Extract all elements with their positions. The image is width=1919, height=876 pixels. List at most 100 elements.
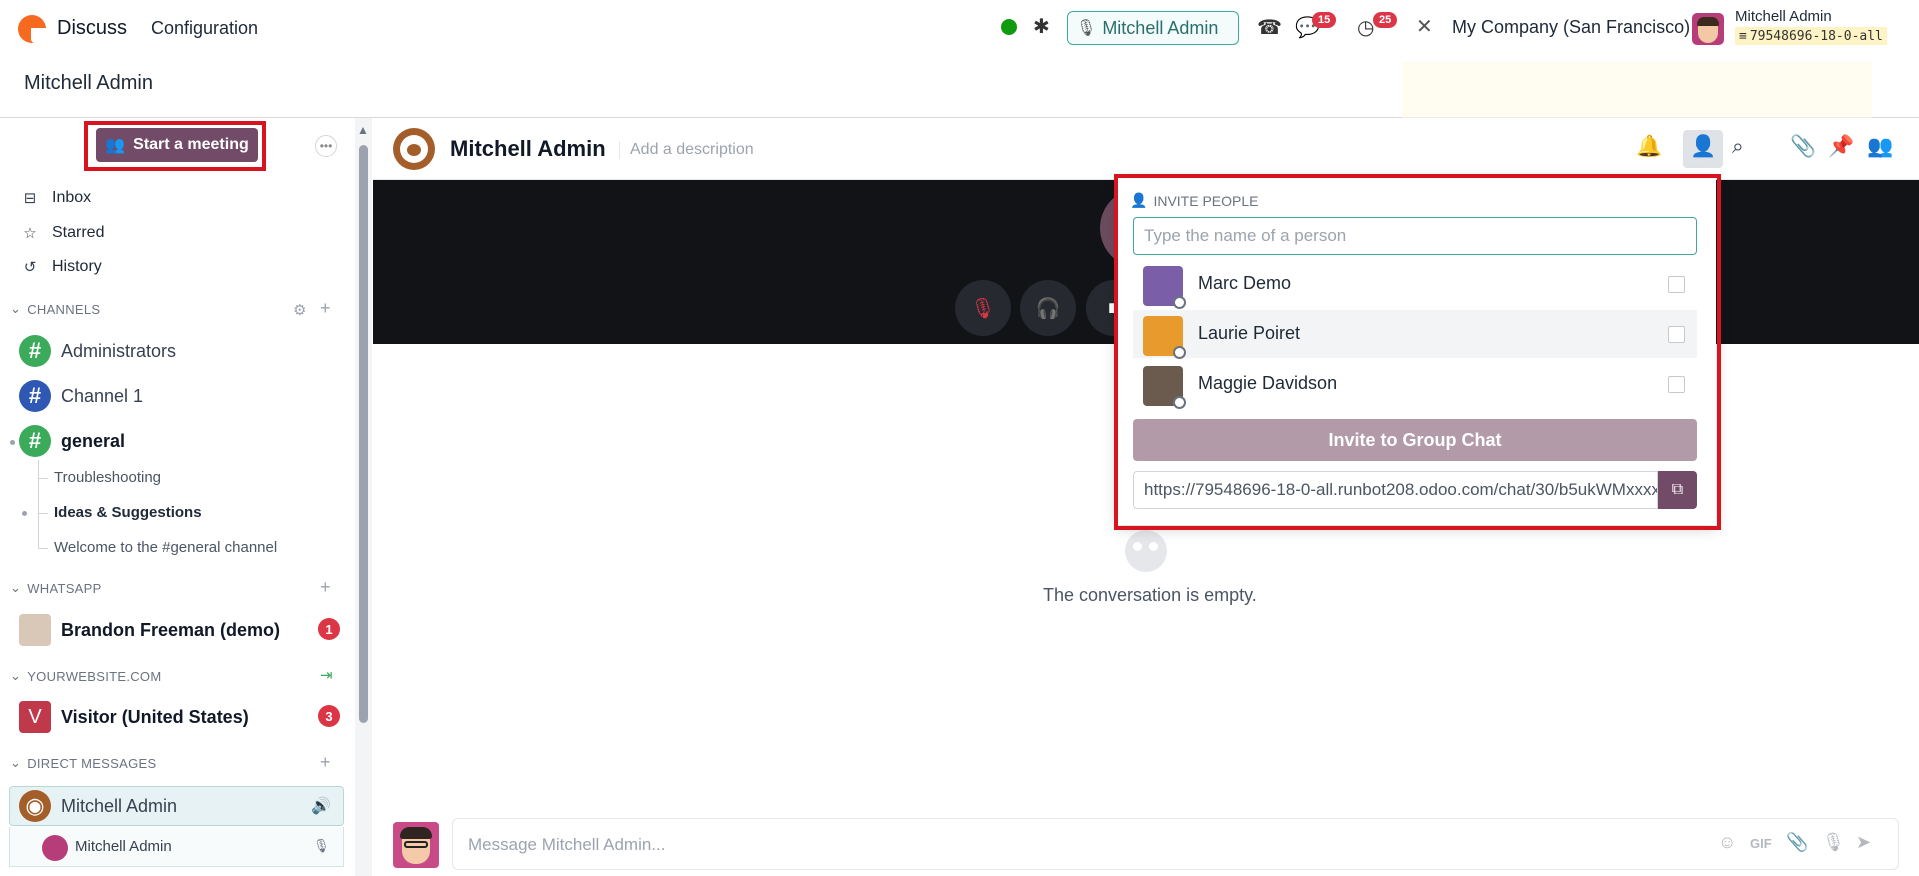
sidebar-item-label: Starred bbox=[52, 224, 105, 241]
invite-title: 👤 INVITE PEOPLE bbox=[1130, 192, 1258, 209]
visitor-avatar: V bbox=[19, 701, 51, 733]
sidebar-item-label: Inbox bbox=[52, 189, 92, 206]
channel-hash-icon: # bbox=[19, 335, 51, 367]
add-whatsapp-icon[interactable]: + bbox=[320, 577, 331, 598]
section-whatsapp[interactable]: ⌄ WHATSAPP bbox=[10, 580, 102, 596]
add-channel-icon[interactable]: + bbox=[320, 298, 331, 319]
members-icon[interactable]: 👥 bbox=[1867, 135, 1893, 159]
unread-count-badge: 3 bbox=[318, 705, 340, 727]
app-name[interactable]: Discuss bbox=[57, 17, 127, 40]
voice-icon[interactable]: 🎙 bbox=[1822, 832, 1845, 853]
database-chip: ≡ 79548696-18-0-all bbox=[1735, 27, 1887, 45]
invite-title-label: INVITE PEOPLE bbox=[1153, 192, 1259, 209]
add-dm-icon[interactable]: + bbox=[320, 752, 331, 773]
gif-icon[interactable]: GIF bbox=[1750, 836, 1772, 851]
invite-search-input[interactable] bbox=[1133, 217, 1697, 255]
thread-title[interactable]: Mitchell Admin bbox=[450, 136, 606, 162]
unread-dot bbox=[22, 511, 27, 516]
message-composer[interactable] bbox=[452, 818, 1899, 870]
channel-name: Channel 1 bbox=[61, 385, 144, 406]
tools-icon[interactable]: ✕ bbox=[1416, 14, 1433, 39]
channel-general[interactable]: # general bbox=[19, 425, 125, 457]
deafen-button[interactable]: 🎧 bbox=[1020, 280, 1076, 336]
dm-mitchell-admin[interactable]: ◉ Mitchell Admin bbox=[19, 790, 177, 822]
invite-checkbox[interactable] bbox=[1668, 376, 1685, 393]
ongoing-call-chip[interactable]: 🎙 Mitchell Admin bbox=[1067, 11, 1239, 45]
attachment-icon[interactable]: 📎 bbox=[1790, 135, 1816, 159]
activities-badge: 25 bbox=[1373, 12, 1398, 28]
messages-badge: 15 bbox=[1312, 12, 1337, 28]
phone-icon[interactable]: ☎ bbox=[1257, 15, 1282, 40]
avatar bbox=[19, 614, 51, 646]
contact-name: Brandon Freeman (demo) bbox=[61, 619, 281, 640]
invite-person-row[interactable]: Maggie Davidson bbox=[1133, 360, 1697, 409]
livechat-visitor[interactable]: V Visitor (United States) bbox=[19, 701, 249, 733]
visitor-name: Visitor (United States) bbox=[61, 706, 249, 727]
menu-configuration[interactable]: Configuration bbox=[151, 18, 258, 39]
user-avatar[interactable] bbox=[1692, 13, 1724, 45]
channel-hash-icon: # bbox=[19, 425, 51, 457]
thread-ideas-suggestions[interactable]: Ideas & Suggestions bbox=[54, 504, 202, 521]
avatar: ◉ bbox=[19, 790, 51, 822]
unread-dot bbox=[10, 440, 15, 445]
composer-placeholder[interactable]: Message Mitchell Admin... bbox=[468, 835, 665, 855]
section-label: YOURWEBSITE.COM bbox=[27, 668, 162, 684]
invite-link-text: https://79548696-18-0-all.runbot208.odoo… bbox=[1144, 480, 1658, 499]
channel-channel-1[interactable]: # Channel 1 bbox=[19, 380, 143, 412]
section-direct-messages[interactable]: ⌄ DIRECT MESSAGES bbox=[10, 755, 156, 771]
pin-icon[interactable]: 📌 bbox=[1828, 135, 1854, 159]
sidebar-item-starred[interactable]: ☆ Starred bbox=[22, 224, 104, 242]
debug-bug-icon[interactable]: ✱ bbox=[1033, 14, 1050, 39]
unmute-button[interactable]: 🎙 bbox=[955, 280, 1011, 336]
sidebar-item-history[interactable]: ↺ History bbox=[22, 258, 102, 276]
sidebar-options-button[interactable]: ••• bbox=[315, 135, 337, 157]
empty-conversation-text: The conversation is empty. bbox=[1043, 585, 1257, 605]
attachment-icon[interactable]: 📎 bbox=[1786, 832, 1808, 853]
thread-description[interactable]: Add a description bbox=[619, 141, 754, 159]
unread-count-badge: 1 bbox=[318, 618, 340, 640]
start-meeting-button[interactable]: 👥 Start a meeting bbox=[96, 128, 258, 162]
muted-mic-icon: 🎙 bbox=[1076, 20, 1097, 37]
odoo-logo-icon[interactable] bbox=[18, 15, 46, 43]
invite-person-row[interactable]: Marc Demo bbox=[1133, 260, 1697, 309]
invite-checkbox[interactable] bbox=[1668, 326, 1685, 343]
company-switcher[interactable]: My Company (San Francisco) bbox=[1452, 17, 1690, 38]
chevron-down-icon: ⌄ bbox=[10, 580, 22, 595]
section-channels[interactable]: ⌄ CHANNELS bbox=[10, 301, 100, 317]
add-user-icon[interactable]: 👤 bbox=[1690, 135, 1716, 159]
person-name: Marc Demo bbox=[1198, 273, 1292, 293]
search-icon[interactable]: ⌕ bbox=[1732, 135, 1744, 159]
invite-to-group-chat-button[interactable]: Invite to Group Chat bbox=[1133, 419, 1697, 461]
section-website[interactable]: ⌄ YOURWEBSITE.COM bbox=[10, 668, 161, 684]
database-icon: ≡ bbox=[1739, 28, 1747, 44]
bell-icon[interactable]: 🔔 bbox=[1636, 135, 1662, 159]
sidebar-item-inbox[interactable]: ⊟ Inbox bbox=[22, 189, 91, 207]
dm-brandon-freeman[interactable]: Brandon Freeman (demo) bbox=[19, 614, 280, 646]
channel-administrators[interactable]: # Administrators bbox=[19, 335, 176, 367]
scroll-up-icon[interactable]: ▲ bbox=[357, 123, 369, 137]
group-icon: 👥 bbox=[105, 137, 126, 154]
thread-tick bbox=[38, 513, 48, 514]
presence-status-icon bbox=[1001, 19, 1017, 35]
sidebar-scrollbar-thumb[interactable] bbox=[359, 145, 368, 723]
invite-person-row[interactable]: Laurie Poiret bbox=[1133, 310, 1697, 359]
inbox-icon: ⊟ bbox=[23, 190, 37, 207]
join-icon[interactable]: ⇥ bbox=[320, 666, 333, 684]
emoji-icon[interactable]: ☺ bbox=[1718, 832, 1736, 853]
person-name: Maggie Davidson bbox=[1198, 373, 1338, 393]
invite-link-field[interactable]: https://79548696-18-0-all.runbot208.odoo… bbox=[1133, 471, 1658, 509]
history-icon: ↺ bbox=[23, 259, 37, 276]
user-name[interactable]: Mitchell Admin bbox=[1735, 8, 1832, 25]
section-label: CHANNELS bbox=[27, 301, 101, 317]
thread-welcome-general[interactable]: Welcome to the #general channel bbox=[54, 539, 277, 556]
send-icon[interactable]: ➤ bbox=[1856, 832, 1871, 853]
invite-checkbox[interactable] bbox=[1668, 276, 1685, 293]
thread-avatar bbox=[393, 128, 435, 170]
activity-clock-icon[interactable]: ◷ bbox=[1357, 15, 1374, 40]
thread-troubleshooting[interactable]: Troubleshooting bbox=[54, 469, 161, 486]
copy-link-button[interactable]: ⧉ bbox=[1658, 471, 1697, 509]
dm-name: Mitchell Admin bbox=[61, 795, 178, 816]
channel-name: general bbox=[61, 430, 126, 451]
offline-status-icon bbox=[1173, 346, 1186, 359]
gear-icon[interactable]: ⚙ bbox=[293, 301, 306, 319]
